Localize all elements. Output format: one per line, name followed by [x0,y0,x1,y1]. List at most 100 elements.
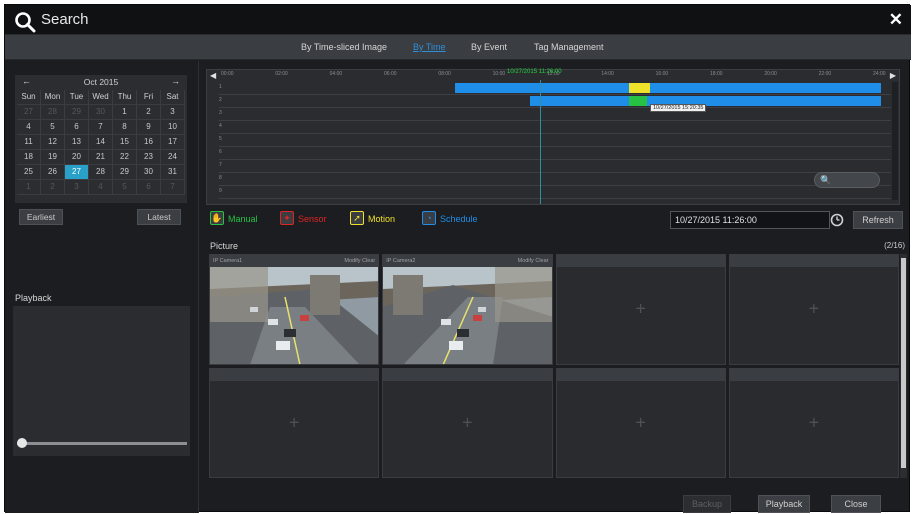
timeline-left-arrow-icon[interactable]: ◀ [210,71,216,80]
tab-by-time[interactable]: By Time [413,42,446,52]
playback-slider[interactable] [17,437,187,449]
calendar-day[interactable]: 5 [41,120,65,135]
timeline-channel-row[interactable]: 3 [219,108,891,121]
calendar-day[interactable]: 3 [65,180,89,195]
add-picture-icon[interactable]: + [462,412,473,433]
timeline-scrollbar[interactable] [892,82,898,200]
calendar-day[interactable]: 30 [89,105,113,120]
clear-link[interactable]: Clear [535,258,548,264]
add-picture-icon[interactable]: + [635,299,646,320]
calendar-day[interactable]: 28 [89,165,113,180]
calendar-day[interactable]: 1 [113,105,137,120]
picture-cell[interactable]: + [382,367,553,478]
timeline-channel-row[interactable]: 5 [219,134,891,147]
calendar-day[interactable]: 10 [161,120,185,135]
calendar-day[interactable]: 15 [113,135,137,150]
clock-icon[interactable] [830,213,844,227]
add-picture-icon[interactable]: + [289,412,300,433]
timeline-channel-row[interactable]: 2 [219,95,891,108]
calendar-day[interactable]: 20 [65,150,89,165]
tab-tag-management[interactable]: Tag Management [534,42,604,52]
timeline-zoom-control[interactable]: 🔍 [814,172,880,188]
picture-cell[interactable]: + [728,367,899,478]
calendar-day[interactable]: 7 [89,120,113,135]
calendar-day[interactable]: 21 [89,150,113,165]
calendar-day[interactable]: 4 [89,180,113,195]
calendar-day[interactable]: 31 [161,165,185,180]
add-picture-icon[interactable]: + [809,412,820,433]
calendar-day[interactable]: 2 [41,180,65,195]
close-button[interactable]: Close [831,495,881,513]
calendar-day[interactable]: 14 [89,135,113,150]
modify-link[interactable]: Modify [518,258,534,264]
timeline-tick-label: 10:00 [492,71,506,77]
calendar-day[interactable]: 3 [161,105,185,120]
calendar-day[interactable]: 22 [113,150,137,165]
calendar-day-selected[interactable]: 27 [65,165,89,180]
latest-button[interactable]: Latest [137,209,181,225]
calendar-day[interactable]: 5 [113,180,137,195]
calendar-day[interactable]: 25 [17,165,41,180]
tab-by-time-sliced-image[interactable]: By Time-sliced Image [301,42,387,52]
timeline-channel-row[interactable]: 6 [219,147,891,160]
timeline-channel-row[interactable]: 9 [219,186,891,199]
picture-cell[interactable]: IP Camera1 Modify Clear [209,254,380,365]
zoom-icon[interactable]: 🔍 [820,175,831,186]
picture-cell[interactable]: + [555,367,726,478]
playback-button[interactable]: Playback [758,495,810,513]
calendar-day[interactable]: 1 [17,180,41,195]
modify-link[interactable]: Modify [344,258,360,264]
picture-cell[interactable]: + [555,254,726,365]
timeline-channel-row[interactable]: 1 [219,82,891,95]
add-picture-icon[interactable]: + [635,412,646,433]
timeline-right-arrow-icon[interactable]: ▶ [890,71,896,80]
picture-cell[interactable]: + [209,367,380,478]
picture-cell[interactable]: + [728,254,899,365]
calendar-day[interactable]: 4 [17,120,41,135]
calendar-day[interactable]: 7 [161,180,185,195]
tab-by-event[interactable]: By Event [471,42,507,52]
manual-record-bar[interactable] [629,96,647,106]
calendar-day[interactable]: 8 [113,120,137,135]
calendar-day[interactable]: 6 [137,180,161,195]
calendar-day[interactable]: 11 [17,135,41,150]
next-month-icon[interactable]: → [171,76,180,86]
calendar-day[interactable]: 16 [137,135,161,150]
calendar-day[interactable]: 29 [113,165,137,180]
schedule-record-bar[interactable] [455,83,881,93]
calendar-day[interactable]: 19 [41,150,65,165]
picture-cell[interactable]: IP Camera2 Modify Clear [382,254,553,365]
calendar-day[interactable]: 23 [137,150,161,165]
timeline-channel-row[interactable]: 8 [219,173,891,186]
calendar-day[interactable]: 27 [17,105,41,120]
refresh-button[interactable]: Refresh [853,211,903,229]
timeline[interactable]: ◀ ▶ 00:00 02:00 04:00 06:00 08:00 10:00 12:00 1… [206,69,900,205]
calendar-day[interactable]: 6 [65,120,89,135]
calendar-day[interactable]: 12 [41,135,65,150]
clear-link[interactable]: Clear [362,258,375,264]
backup-button[interactable]: Backup [683,495,731,513]
motion-record-bar[interactable] [629,83,650,93]
calendar-day[interactable]: 28 [41,105,65,120]
calendar-day[interactable]: 30 [137,165,161,180]
search-icon [15,12,36,33]
calendar-day[interactable]: 18 [17,150,41,165]
calendar-day[interactable]: 29 [65,105,89,120]
picture-scrollbar[interactable] [900,254,907,478]
calendar-day[interactable]: 13 [65,135,89,150]
close-icon[interactable]: ✕ [889,11,903,28]
timeline-channel-row[interactable]: 4 [219,121,891,134]
calendar-day[interactable]: 2 [137,105,161,120]
slider-knob[interactable] [17,438,27,448]
calendar-day[interactable]: 9 [137,120,161,135]
timeline-cursor[interactable] [540,80,541,204]
calendar-day[interactable]: 24 [161,150,185,165]
datetime-input[interactable]: 10/27/2015 11:26:00 [670,211,830,229]
calendar-day[interactable]: 26 [41,165,65,180]
add-picture-icon[interactable]: + [809,299,820,320]
picture-scrollbar-thumb[interactable] [901,258,906,468]
timeline-channel-number: 1 [219,84,222,90]
earliest-button[interactable]: Earliest [19,209,63,225]
timeline-channel-row[interactable]: 7 [219,160,891,173]
calendar-day[interactable]: 17 [161,135,185,150]
